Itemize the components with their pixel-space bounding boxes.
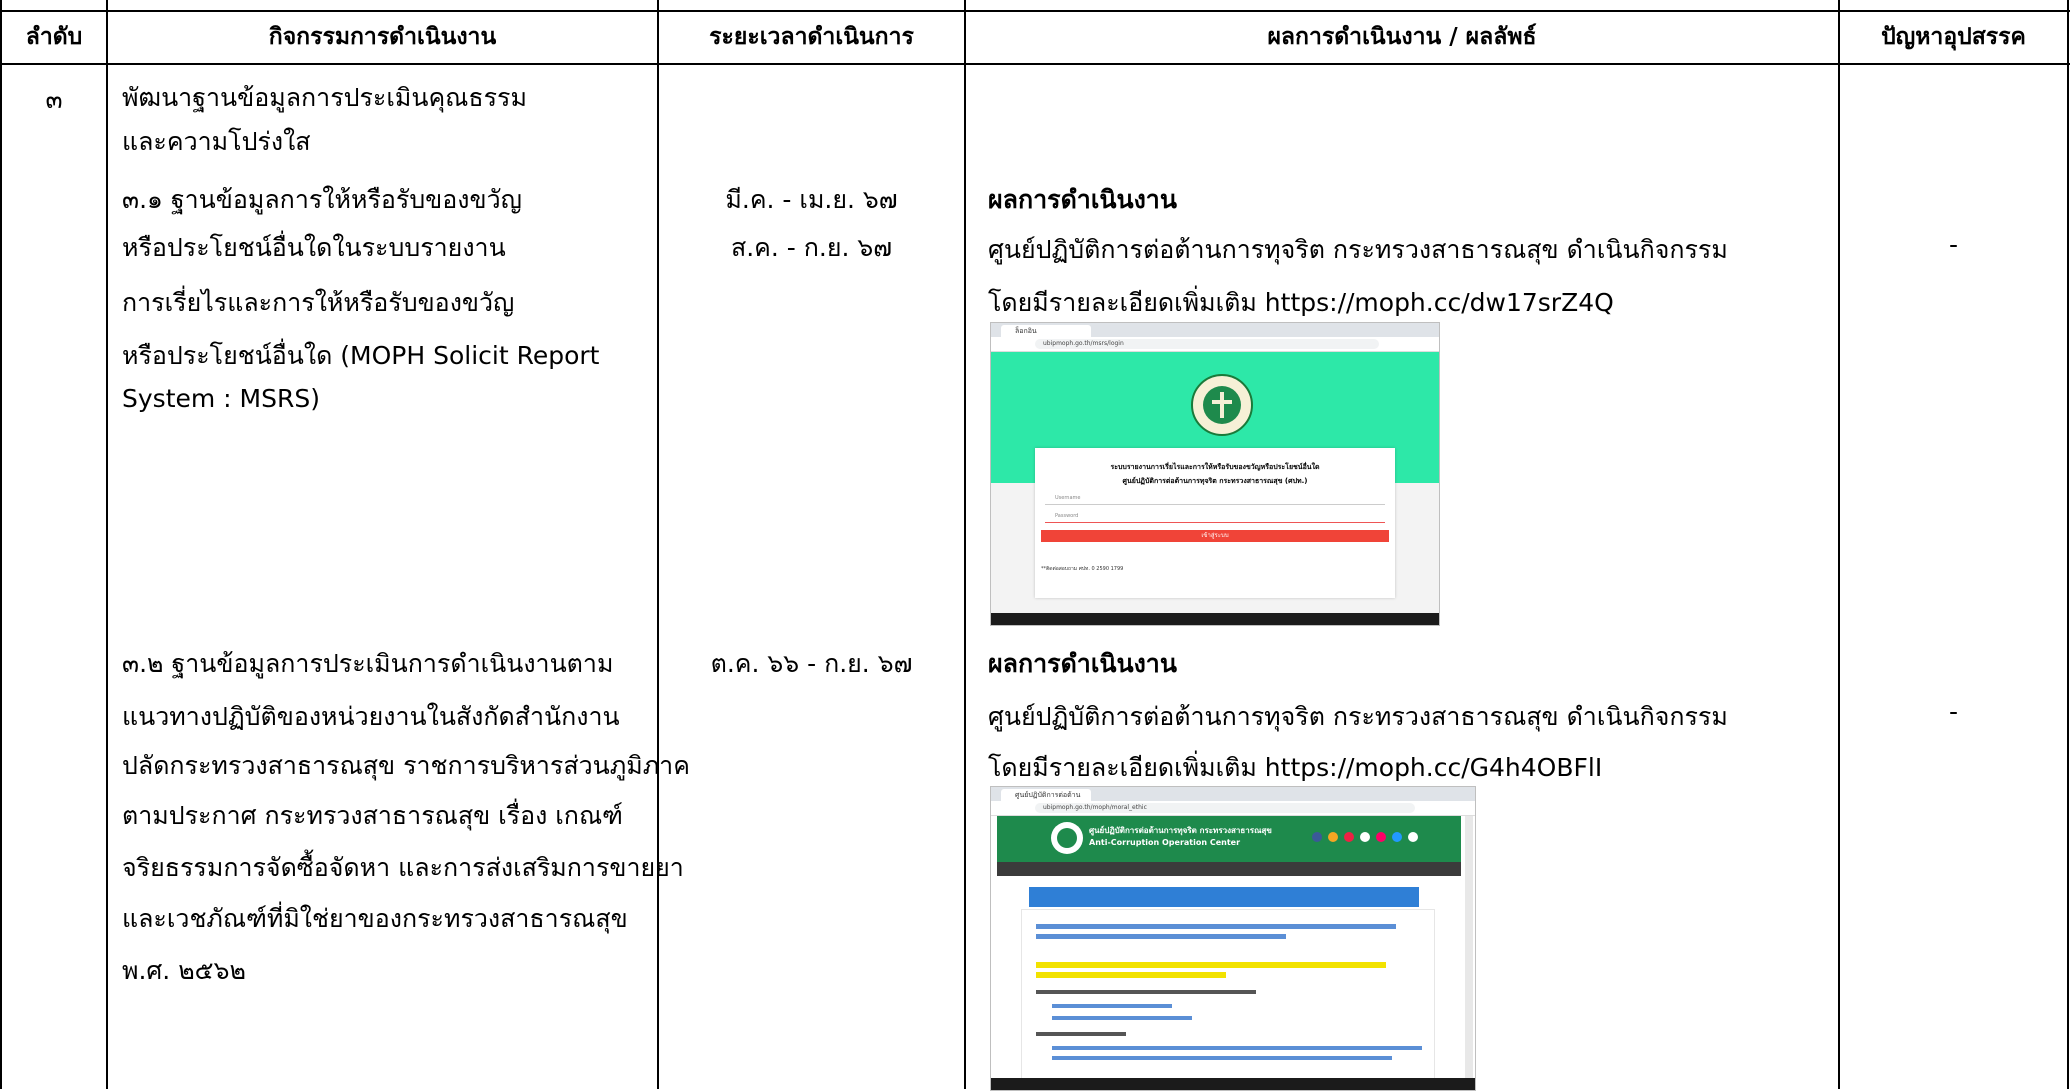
column-divider-4 (1838, 0, 1840, 1089)
result-heading: ผลการดำเนินงาน (988, 649, 1177, 678)
result-line: ศูนย์ปฏิบัติการต่อต้านการทุจริต กระทรวงส… (988, 702, 1728, 731)
header-bottom-border (0, 63, 2070, 65)
moph-logo-icon (1051, 822, 1083, 854)
social-icon[interactable] (1344, 832, 1354, 842)
activity-3-2-line: ปลัดกระทรวงสาธารณสุข ราชการบริหารส่วนภูม… (122, 751, 690, 780)
column-divider-2 (657, 0, 659, 1089)
notice-banner (1029, 887, 1419, 907)
header-period: ระยะเวลาดำเนินการ (709, 24, 914, 50)
period-3-1: มี.ค. - เม.ย. ๖๗ (725, 185, 898, 214)
content-line (1052, 1016, 1192, 1020)
acoc-website-screenshot: ศูนย์ปฏิบัติการต่อต้าน ubipmoph.go.th/mo… (990, 786, 1476, 1091)
windows-taskbar (991, 1078, 1475, 1090)
activity-3-1-line: ๓.๑ ฐานข้อมูลการให้หรือรับของขวัญ (122, 185, 522, 214)
table-right-border (2067, 0, 2069, 1089)
content-line (1052, 1046, 1422, 1050)
column-divider-1 (106, 0, 108, 1089)
content-line (1052, 1004, 1172, 1008)
activity-3-2-line: จริยธรรมการจัดซื้อจัดหา และการส่งเสริมกา… (122, 853, 684, 882)
content-line (1036, 1032, 1126, 1036)
facebook-icon[interactable] (1312, 832, 1322, 842)
login-card: ระบบรายงานการเรี่ยไรและการให้หรือรับของข… (1035, 448, 1395, 598)
windows-taskbar (991, 613, 1439, 625)
activity-3-2-line: พ.ศ. ๒๕๖๒ (122, 956, 246, 985)
highlight-line (1036, 962, 1386, 968)
period-3-1: ส.ค. - ก.ย. ๖๗ (730, 233, 893, 262)
username-field[interactable]: Username (1045, 492, 1385, 505)
activity-3-2-line: ตามประกาศ กระทรวงสาธารณสุข เรื่อง เกณฑ์ (122, 801, 623, 830)
site-menu-bar (997, 862, 1461, 876)
activity-3-2-line: ๓.๒ ฐานข้อมูลการประเมินการดำเนินงานตาม (122, 649, 614, 678)
browser-tab: ล็อกอิน (1001, 325, 1091, 337)
social-icon[interactable] (1328, 832, 1338, 842)
problem-3-1: - (1948, 230, 1959, 259)
activity-3-1-line: System : MSRS) (122, 384, 320, 413)
result-line: ศูนย์ปฏิบัติการต่อต้านการทุจริต กระทรวงส… (988, 235, 1728, 264)
social-icon[interactable] (1360, 832, 1370, 842)
social-icon[interactable] (1376, 832, 1386, 842)
login-footer: **ติดต่อสอบถาม ศปท. 0 2590 1799 (1041, 566, 1124, 572)
moph-logo-icon (1191, 374, 1253, 436)
browser-tab: ศูนย์ปฏิบัติการต่อต้าน (1001, 789, 1091, 801)
result-heading: ผลการดำเนินงาน (988, 185, 1177, 214)
password-field[interactable]: Password (1045, 510, 1385, 523)
browser-tab-bar: ศูนย์ปฏิบัติการต่อต้าน (991, 787, 1475, 801)
header-order: ลำดับ (25, 24, 83, 50)
header-result: ผลการดำเนินงาน / ผลลัพธ์ (1267, 24, 1537, 50)
problem-3-2: - (1948, 697, 1959, 726)
login-subtitle: ศูนย์ปฏิบัติการต่อต้านการทุจริต กระทรวงส… (1122, 477, 1308, 485)
activity-3-1-line: การเรี่ยไรและการให้หรือรับของขวัญ (122, 288, 515, 317)
site-subtitle: Anti-Corruption Operation Center (1089, 838, 1241, 847)
activity-3-2-line: และเวชภัณฑ์ที่มิใช่ยาของกระทรวงสาธารณสุข (122, 904, 628, 933)
content-line (1036, 990, 1256, 994)
social-icons (1312, 832, 1422, 844)
header-activity: กิจกรรมการดำเนินงาน (268, 24, 497, 50)
table-left-border (0, 0, 2, 1089)
header-problem: ปัญหาอุปสรรค (1881, 24, 2026, 50)
site-header: ศูนย์ปฏิบัติการต่อต้านการทุจริต กระทรวงส… (997, 816, 1461, 862)
site-title: ศูนย์ปฏิบัติการต่อต้านการทุจริต กระทรวงส… (1089, 826, 1272, 835)
result-line: โดยมีรายละเอียดเพิ่มเติม https://moph.cc… (988, 288, 1614, 317)
column-divider-3 (964, 0, 966, 1089)
social-icon[interactable] (1392, 832, 1402, 842)
browser-url: ubipmoph.go.th/moph/moral_ethic (1035, 803, 1415, 813)
browser-address-bar: ubipmoph.go.th/moph/moral_ethic (991, 801, 1475, 816)
row-number: ๓ (45, 85, 63, 114)
login-title: ระบบรายงานการเรี่ยไรและการให้หรือรับของข… (1110, 463, 1320, 471)
scrollbar[interactable] (1465, 816, 1473, 1078)
highlight-line (1036, 972, 1226, 978)
content-line (1052, 1056, 1392, 1060)
activity-3-2-line: แนวทางปฏิบัติของหน่วยงานในสังกัดสำนักงาน (122, 702, 620, 731)
period-3-2: ต.ค. ๖๖ - ก.ย. ๖๗ (710, 649, 913, 678)
content-line (1036, 934, 1286, 939)
browser-url: ubipmoph.go.th/msrs/login (1035, 339, 1379, 349)
result-line: โดยมีรายละเอียดเพิ่มเติม https://moph.cc… (988, 753, 1603, 782)
browser-tab-bar: ล็อกอิน (991, 323, 1439, 337)
activity-title-line: พัฒนาฐานข้อมูลการประเมินคุณธรรม (122, 83, 527, 112)
content-line (1036, 924, 1396, 929)
browser-address-bar: ubipmoph.go.th/msrs/login (991, 337, 1439, 352)
login-button[interactable]: เข้าสู่ระบบ (1041, 530, 1389, 542)
msrs-login-screenshot: ล็อกอิน ubipmoph.go.th/msrs/login ระบบรา… (990, 322, 1440, 626)
activity-title-line: และความโปร่งใส (122, 127, 311, 156)
content-panel (1021, 909, 1435, 1081)
activity-3-1-line: หรือประโยชน์อื่นใดในระบบรายงาน (122, 233, 506, 262)
social-icon[interactable] (1408, 832, 1418, 842)
activity-3-1-line: หรือประโยชน์อื่นใด (MOPH Solicit Report (122, 341, 600, 370)
